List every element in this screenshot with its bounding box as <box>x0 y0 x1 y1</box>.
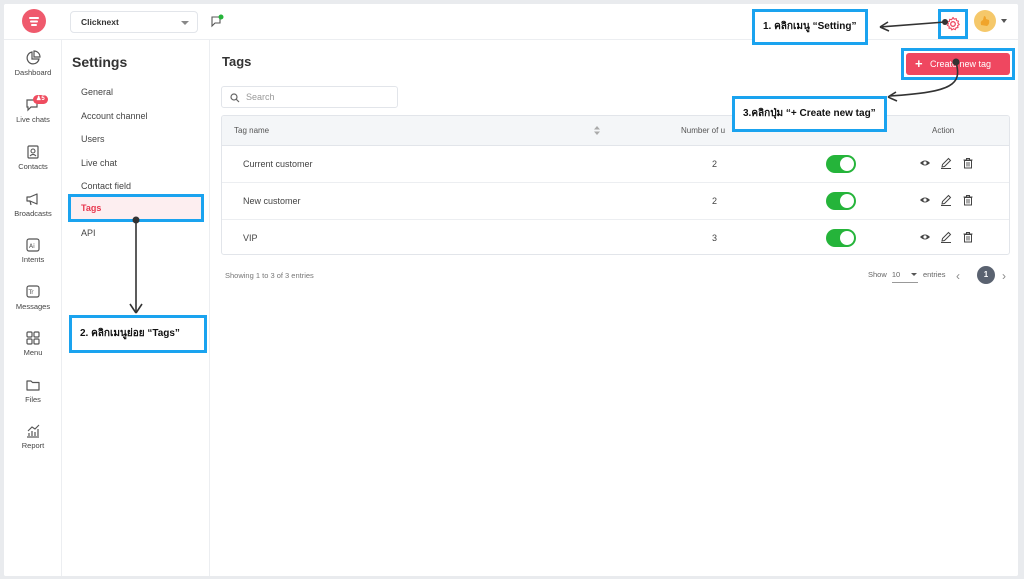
annotation-arrows <box>129 19 960 314</box>
app-window: Clicknext Dashboard ♟5 Live chats Contac… <box>4 4 1018 576</box>
arrow-3-line <box>889 61 959 97</box>
arrow-1-line <box>879 21 946 28</box>
